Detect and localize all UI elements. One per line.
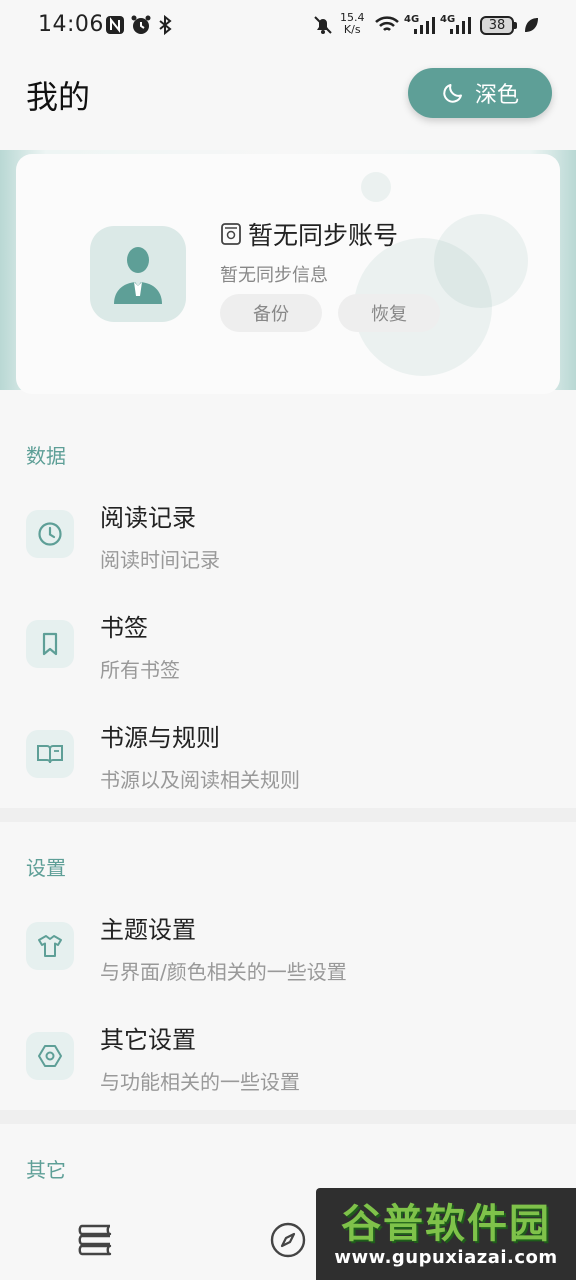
compass-icon[interactable] [268, 1220, 308, 1260]
menu-item-other-settings[interactable]: 其它设置 与功能相关的一些设置 [0, 1012, 576, 1112]
book-open-icon [37, 745, 63, 764]
menu-item-subtitle: 书源以及阅读相关规则 [100, 768, 300, 792]
moon-icon [443, 84, 462, 103]
watermark: 谷普软件园 www.gupuxiazai.com [316, 1188, 576, 1280]
signal-1-icon [414, 17, 435, 34]
mute-icon [314, 16, 332, 34]
menu-item-title: 书源与规则 [100, 724, 220, 752]
menu-item-subtitle: 阅读时间记录 [100, 548, 220, 572]
menu-item-subtitle: 与界面/颜色相关的一些设置 [100, 960, 347, 984]
wifi-icon [375, 16, 399, 31]
section-title-other: 其它 [26, 1158, 66, 1182]
account-sync-info: 暂无同步信息 [220, 265, 328, 286]
section-divider [0, 808, 576, 822]
backup-button[interactable]: 备份 [220, 294, 322, 332]
menu-item-title: 其它设置 [100, 1026, 196, 1054]
account-name-label: 暂无同步账号 [248, 221, 399, 250]
hexagon-settings-icon [38, 1045, 62, 1067]
restore-button[interactable]: 恢复 [338, 294, 440, 332]
menu-item-subtitle: 与功能相关的一些设置 [100, 1070, 300, 1094]
bluetooth-icon [159, 14, 172, 36]
status-bar: 14:06 15.4 K/s 4G 4G 38 [0, 0, 576, 56]
menu-item-reading-history[interactable]: 阅读记录 阅读时间记录 [0, 490, 576, 590]
section-divider [0, 1110, 576, 1124]
dark-mode-label: 深色 [474, 83, 519, 108]
bookmark-icon-wrap [26, 620, 74, 668]
page-title: 我的 [26, 78, 91, 116]
section-title-data: 数据 [26, 444, 66, 468]
account-card[interactable]: 暂无同步账号 暂无同步信息 备份 恢复 [16, 154, 560, 394]
menu-item-title: 主题设置 [100, 916, 196, 944]
alarm-icon [131, 15, 151, 34]
leaf-icon [525, 18, 538, 32]
avatar[interactable] [90, 226, 186, 322]
hexagon-settings-icon-wrap [26, 1032, 74, 1080]
net-speed: 15.4 K/s [340, 11, 365, 36]
decor-bubble [361, 172, 391, 202]
menu-item-title: 阅读记录 [100, 504, 196, 532]
section-title-settings: 设置 [26, 856, 66, 880]
menu-item-title: 书签 [100, 614, 148, 642]
menu-item-theme-settings[interactable]: 主题设置 与界面/颜色相关的一些设置 [0, 902, 576, 1002]
nfc-icon [106, 16, 124, 34]
clock-icon-wrap [26, 510, 74, 558]
account-name[interactable]: 暂无同步账号 [220, 216, 398, 252]
signal-2-icon [450, 17, 471, 34]
tshirt-icon [38, 935, 62, 957]
menu-item-subtitle: 所有书签 [100, 658, 180, 682]
watermark-title: 谷普软件园 [341, 1200, 551, 1247]
status-time: 14:06 [38, 12, 104, 37]
bookmark-icon [42, 632, 58, 656]
menu-item-bookmarks[interactable]: 书签 所有书签 [0, 600, 576, 700]
battery-indicator: 38 [480, 16, 517, 35]
watermark-url: www.gupuxiazai.com [334, 1246, 558, 1268]
bookshelf-icon[interactable] [76, 1220, 116, 1260]
user-icon [114, 247, 162, 304]
menu-item-book-sources[interactable]: 书源与规则 书源以及阅读相关规则 [0, 710, 576, 810]
dark-mode-button[interactable]: 深色 [408, 68, 552, 118]
tshirt-icon-wrap [26, 922, 74, 970]
book-open-icon-wrap [26, 730, 74, 778]
contact-book-icon [221, 223, 241, 245]
clock-icon [38, 522, 62, 546]
